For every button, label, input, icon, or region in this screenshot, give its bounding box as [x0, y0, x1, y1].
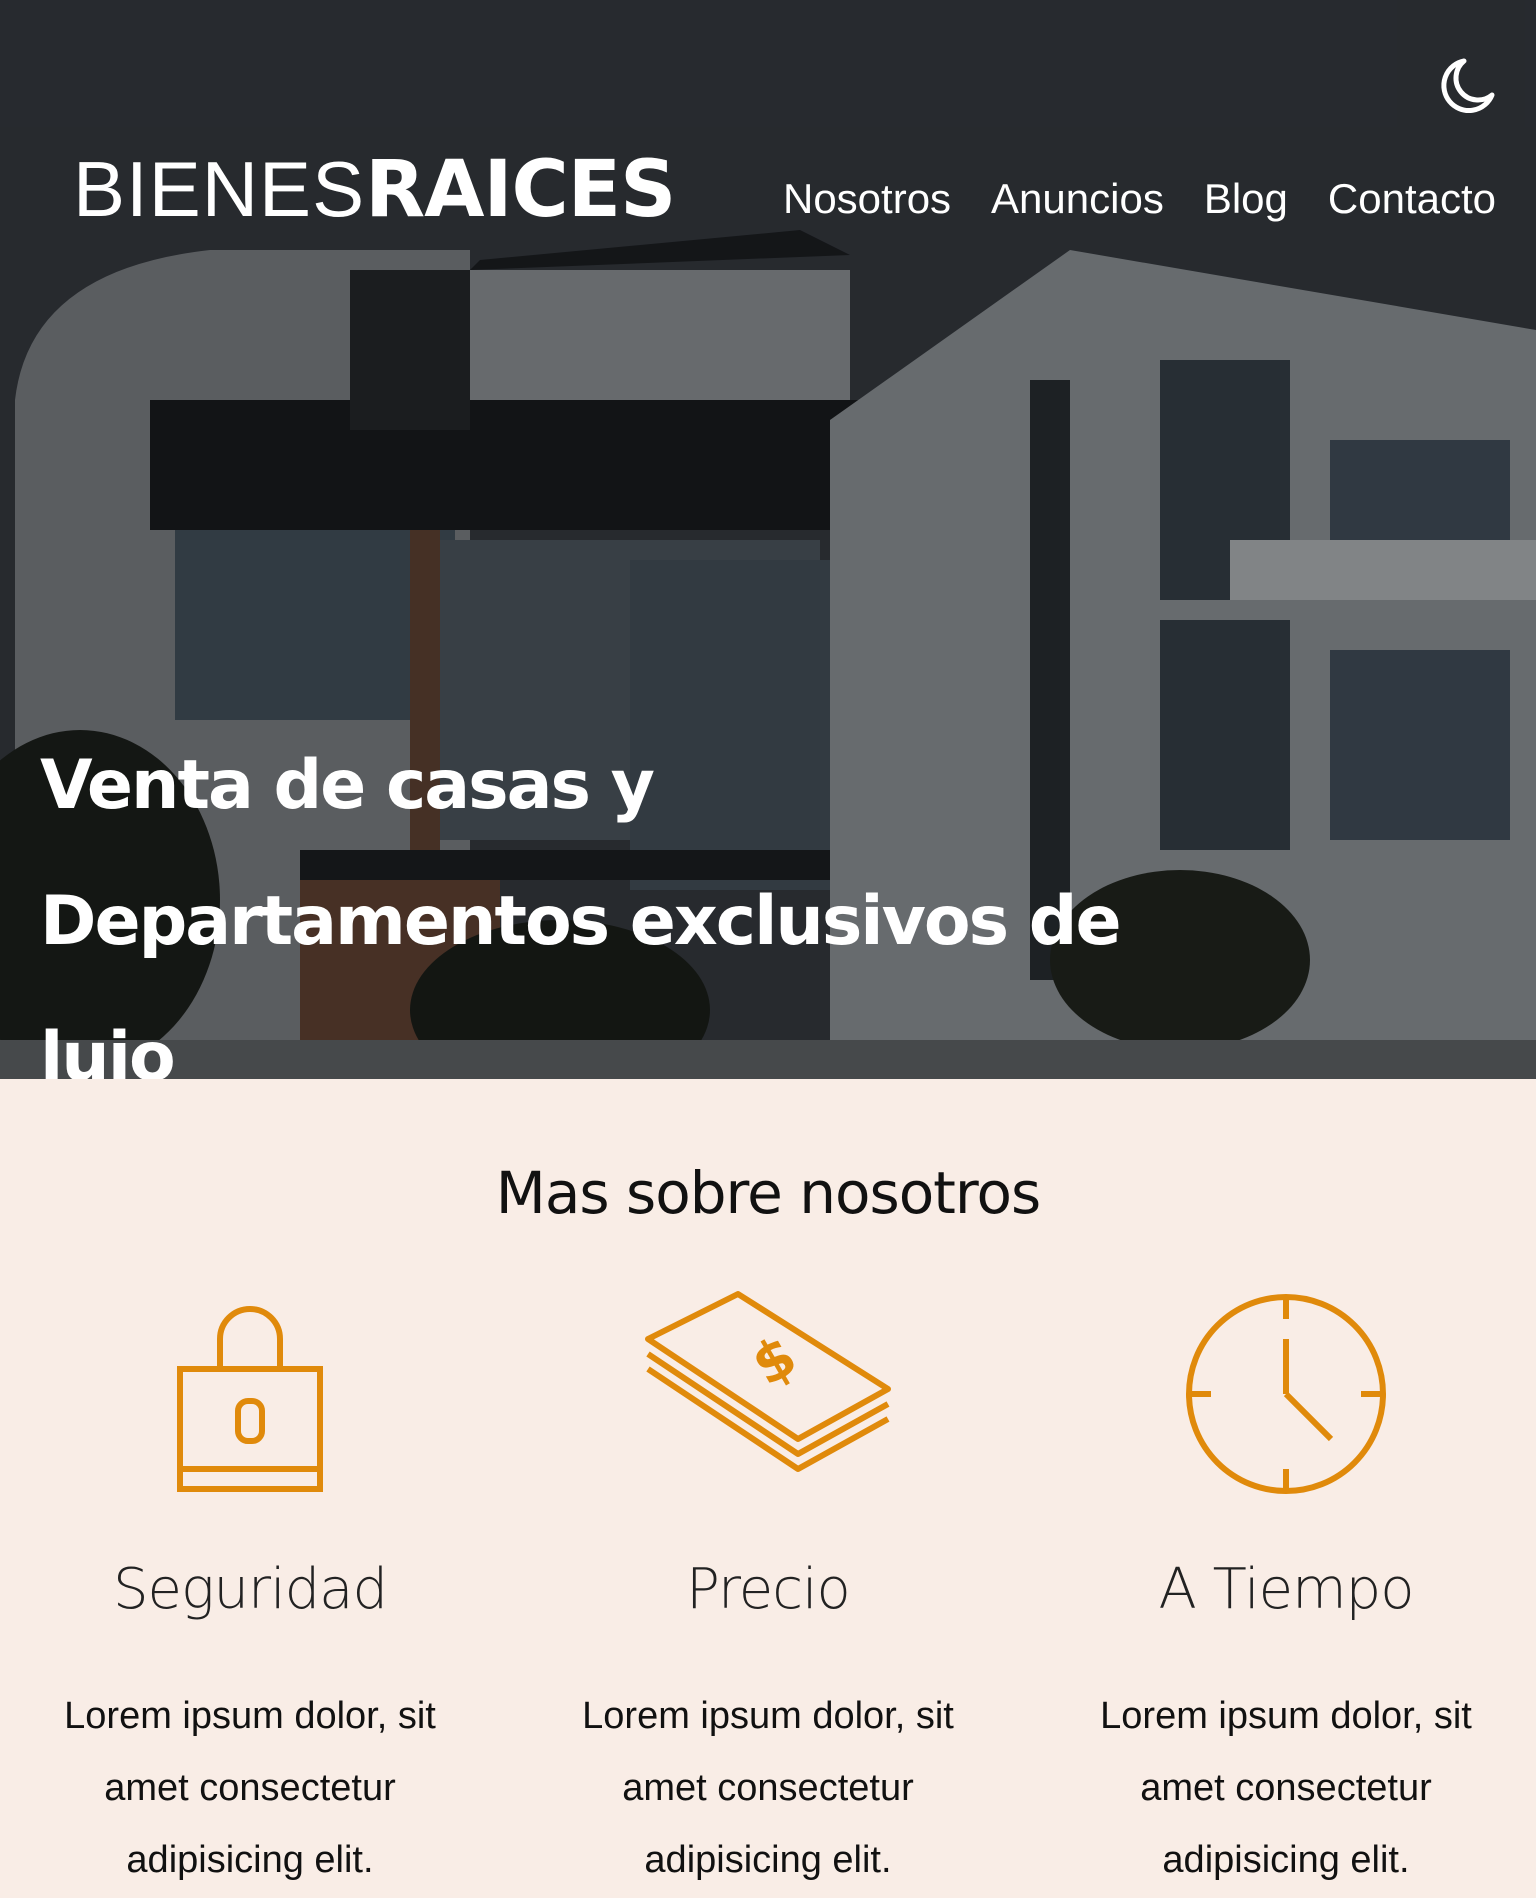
- feature-on-time: A Tiempo Lorem ipsum dolor, sit amet con…: [1076, 1289, 1496, 1896]
- moon-icon[interactable]: [1436, 55, 1498, 117]
- about-section: Mas sobre nosotros Seguridad Lorem ipsum…: [0, 1079, 1536, 1896]
- feature-title: Precio: [686, 1557, 851, 1622]
- logo-bold-text: RAICES: [365, 145, 676, 235]
- feature-title: Seguridad: [112, 1557, 388, 1622]
- clock-icon: [1156, 1289, 1416, 1499]
- nav-link-blog[interactable]: Blog: [1204, 175, 1288, 223]
- hero-header: BIENESRAICES Nosotros Anuncios Blog Cont…: [0, 0, 1536, 1079]
- nav-link-contacto[interactable]: Contacto: [1328, 175, 1496, 223]
- site-logo[interactable]: BIENESRAICES: [73, 150, 676, 229]
- money-icon: $: [638, 1289, 898, 1499]
- feature-text: Lorem ipsum dolor, sit amet consectetur …: [1100, 1695, 1472, 1881]
- nav-link-anuncios[interactable]: Anuncios: [991, 175, 1164, 223]
- main-nav: Nosotros Anuncios Blog Contacto: [783, 175, 1496, 223]
- features-list: Seguridad Lorem ipsum dolor, sit amet co…: [0, 1289, 1536, 1896]
- lock-icon: [120, 1289, 380, 1499]
- feature-security: Seguridad Lorem ipsum dolor, sit amet co…: [40, 1289, 460, 1896]
- feature-text: Lorem ipsum dolor, sit amet consectetur …: [582, 1695, 954, 1881]
- hero-title: Venta de casas y Departamentos exclusivo…: [40, 746, 1122, 1079]
- nav-link-nosotros[interactable]: Nosotros: [783, 175, 951, 223]
- section-title: Mas sobre nosotros: [495, 1159, 1041, 1227]
- feature-text: Lorem ipsum dolor, sit amet consectetur …: [64, 1695, 436, 1881]
- logo-light-text: BIENES: [73, 145, 366, 233]
- feature-title: A Tiempo: [1158, 1557, 1415, 1622]
- feature-price: $ Precio Lorem ipsum dolor, sit amet con…: [558, 1289, 978, 1896]
